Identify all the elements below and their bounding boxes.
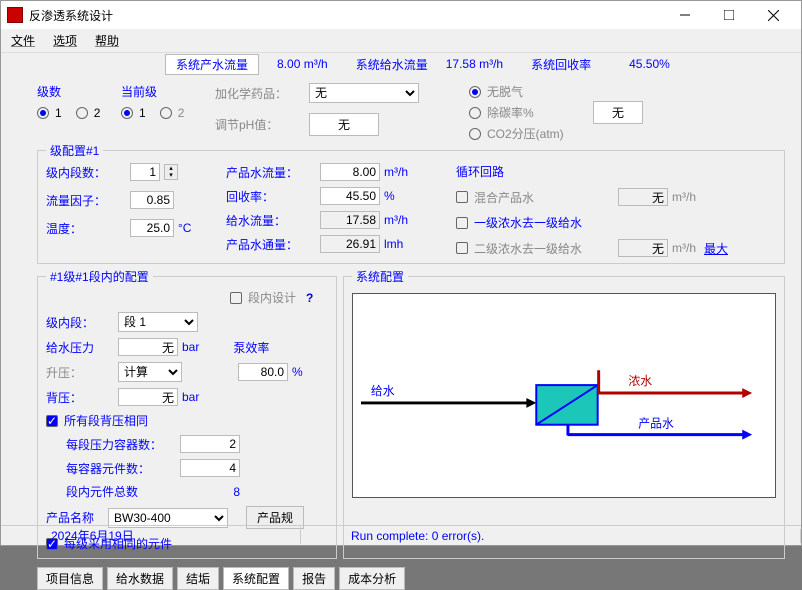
- tab-cost[interactable]: 成本分析: [339, 567, 405, 590]
- menu-help[interactable]: 帮助: [95, 32, 119, 49]
- mix-value: [618, 188, 668, 206]
- stage-config-legend: 级配置#1: [46, 142, 103, 159]
- pv-count-input[interactable]: [180, 435, 240, 453]
- main-window: 反渗透系统设计 文件 选项 帮助 系统产水流量 8.00 m³/h 系统给水流量…: [0, 0, 802, 546]
- max-link[interactable]: 最大: [704, 240, 728, 257]
- seg-design-check[interactable]: [230, 292, 242, 304]
- perm-flow-input[interactable]: [320, 163, 380, 181]
- stat-feed-flow-label: 系统给水流量: [356, 56, 428, 73]
- mix-check[interactable]: [456, 191, 468, 203]
- statusbar: 2024年6月19日 Run complete: 0 error(s).: [1, 525, 801, 545]
- system-diagram-group: 系统配置 给水 浓水 产品水: [343, 268, 785, 559]
- status-date: 2024年6月19日: [1, 527, 301, 544]
- menubar: 文件 选项 帮助: [1, 29, 801, 53]
- boost-select[interactable]: 计算: [118, 362, 182, 382]
- stat-recovery-value: 45.50%: [629, 57, 670, 71]
- recovery-input[interactable]: [320, 187, 380, 205]
- tab-scaling[interactable]: 结垢: [177, 567, 219, 590]
- segment-config-legend: #1级#1段内的配置: [46, 268, 153, 285]
- tab-feed-data[interactable]: 给水数据: [107, 567, 173, 590]
- system-diagram-legend: 系统配置: [352, 268, 408, 285]
- bottom-tabs: 项目信息 给水数据 结垢 系统配置 报告 成本分析: [37, 567, 785, 590]
- current-pass-label: 当前级: [121, 83, 201, 100]
- passes-radio-1[interactable]: [37, 107, 49, 119]
- diagram-conc-label: 浓水: [628, 374, 652, 388]
- degas-radio[interactable]: [469, 86, 481, 98]
- stages-spinner[interactable]: ▴▾: [164, 164, 178, 180]
- stat-feed-flow-value: 17.58 m³/h: [446, 57, 503, 71]
- maximize-button[interactable]: [707, 1, 751, 29]
- segment-config-group: #1级#1段内的配置 段内设计 ? 级内段：段 1 给水压力bar 泵效率 升压…: [37, 268, 337, 559]
- tab-report[interactable]: 报告: [293, 567, 335, 590]
- epv-count-input[interactable]: [180, 459, 240, 477]
- tab-system-config[interactable]: 系统配置: [223, 567, 289, 590]
- same-back-check[interactable]: ✓: [46, 415, 58, 427]
- conc2-value: [618, 239, 668, 257]
- menu-options[interactable]: 选项: [53, 32, 77, 49]
- stat-perm-flow-value: 8.00 m³/h: [277, 57, 328, 71]
- decarb-radio[interactable]: [469, 107, 481, 119]
- stage-select[interactable]: 段 1: [118, 312, 198, 332]
- top-stats: 系统产水流量 8.00 m³/h 系统给水流量 17.58 m³/h 系统回收率…: [1, 53, 801, 75]
- flux-display: [320, 235, 380, 253]
- stage-config-group: 级配置#1 级内段数：▴▾ 流量因子： 温度：°C 产品水流量：m³/h 回收率…: [37, 142, 785, 264]
- chem-add-label: 加化学药品：: [215, 85, 305, 102]
- titlebar: 反渗透系统设计: [1, 1, 801, 29]
- current-pass-radio-1[interactable]: [121, 107, 133, 119]
- ph-value: 无: [309, 113, 379, 136]
- co2-radio[interactable]: [469, 128, 481, 140]
- pump-eff-input[interactable]: [238, 363, 288, 381]
- back-pressure-input[interactable]: [118, 388, 178, 406]
- passes-radio-2[interactable]: [76, 107, 88, 119]
- menu-file[interactable]: 文件: [11, 32, 35, 49]
- status-run: Run complete: 0 error(s).: [301, 529, 801, 543]
- stat-perm-flow-label[interactable]: 系统产水流量: [165, 54, 259, 75]
- temp-input[interactable]: [130, 219, 174, 237]
- stages-input[interactable]: [130, 163, 160, 181]
- passes-label: 级数: [37, 83, 107, 100]
- tab-project-info[interactable]: 项目信息: [37, 567, 103, 590]
- stat-recovery-label: 系统回收率: [531, 56, 591, 73]
- ph-label: 调节pH值：: [215, 116, 305, 133]
- help-icon[interactable]: ?: [306, 291, 313, 305]
- minimize-button[interactable]: [663, 1, 707, 29]
- loop-legend: 循环回路: [456, 163, 776, 180]
- flow-factor-input[interactable]: [130, 191, 174, 209]
- diagram-feed-label: 给水: [371, 384, 395, 398]
- app-icon: [7, 7, 23, 23]
- diagram-perm-label: 产品水: [638, 417, 674, 431]
- total-elements: 8: [180, 485, 240, 499]
- chem-button[interactable]: 无: [593, 101, 643, 124]
- current-pass-radio-2[interactable]: [160, 107, 172, 119]
- flow-diagram: 给水 浓水 产品水: [352, 293, 776, 498]
- window-title: 反渗透系统设计: [29, 7, 663, 24]
- conc1-check[interactable]: [456, 217, 468, 229]
- feed-pressure-input[interactable]: [118, 338, 178, 356]
- feed-flow-display: [320, 211, 380, 229]
- close-button[interactable]: [751, 1, 795, 29]
- conc2-check[interactable]: [456, 242, 468, 254]
- chem-add-select[interactable]: 无: [309, 83, 419, 103]
